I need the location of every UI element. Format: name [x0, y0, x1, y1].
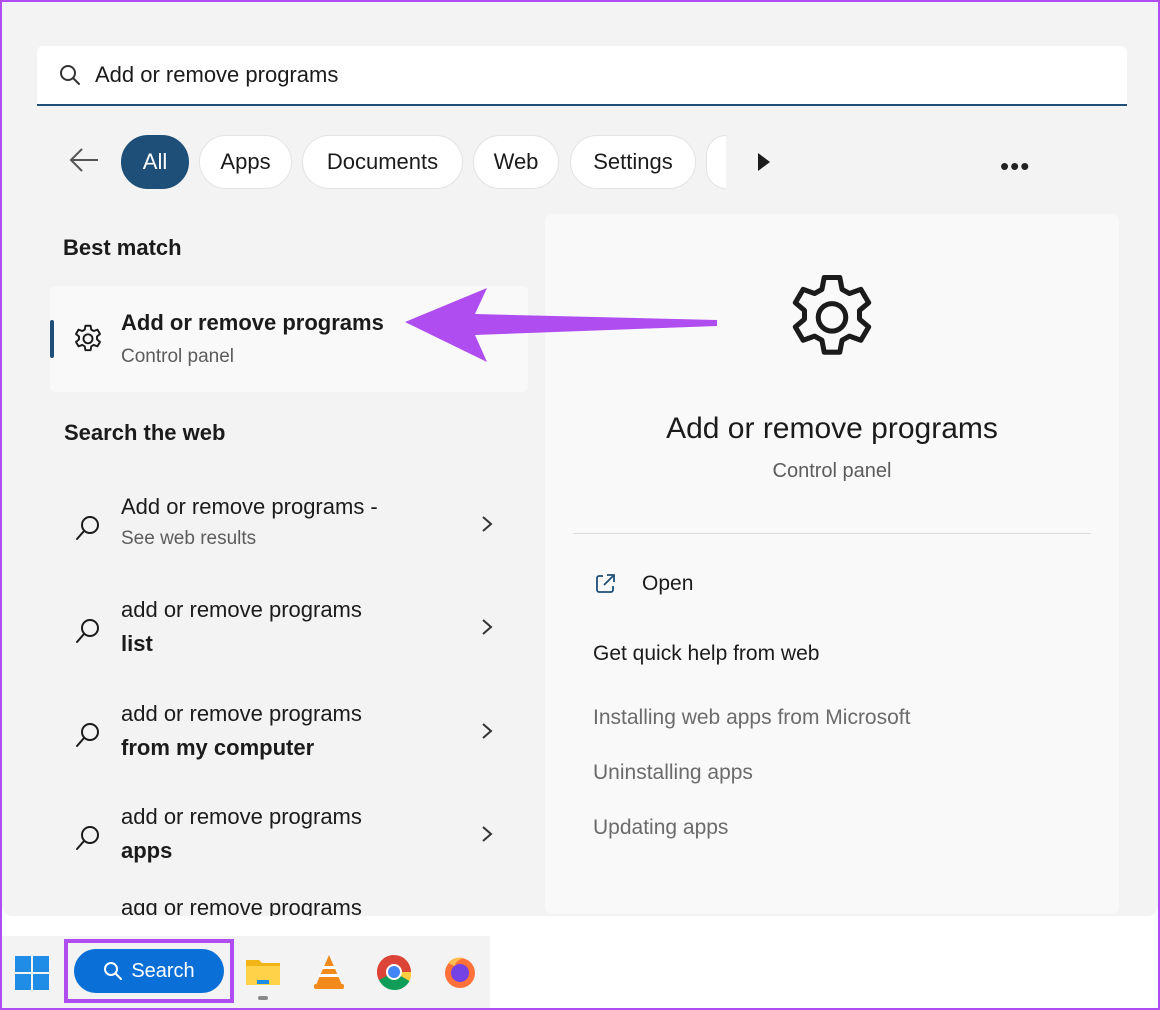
- filter-bar: All Apps Documents Web Settings •••: [60, 133, 1060, 191]
- web-result[interactable]: add or remove programs list: [60, 587, 520, 679]
- detail-subtitle: Control panel: [772, 460, 892, 482]
- file-explorer-icon[interactable]: [244, 954, 282, 988]
- help-link[interactable]: Uninstalling apps: [593, 761, 753, 785]
- scroll-right-icon[interactable]: [755, 151, 773, 173]
- web-result-suffix: list: [121, 631, 153, 656]
- open-external-icon: [596, 574, 615, 593]
- windows-start-icon[interactable]: [15, 956, 49, 990]
- search-box[interactable]: [37, 46, 1127, 106]
- taskbar-search-label: Search: [131, 959, 195, 982]
- quick-help-heading: Get quick help from web: [593, 642, 820, 665]
- web-result-title: add or remove programs: [121, 903, 362, 916]
- search-icon: [60, 65, 80, 85]
- web-result-partial[interactable]: add or remove programs: [121, 903, 421, 916]
- best-match-subtitle: Control panel: [121, 346, 235, 367]
- taskbar-search-button[interactable]: Search: [74, 949, 224, 993]
- search-input[interactable]: [95, 62, 1055, 88]
- tab-apps[interactable]: Apps: [199, 135, 292, 189]
- running-indicator: [258, 996, 268, 1000]
- gear-icon: [75, 324, 101, 352]
- web-result-suffix: apps: [121, 838, 173, 863]
- help-link[interactable]: Installing web apps from Microsoft: [593, 706, 910, 730]
- more-icon[interactable]: •••: [1000, 151, 1030, 182]
- tab-all[interactable]: All: [121, 135, 189, 189]
- best-match-title: Add or remove programs: [121, 310, 384, 335]
- chevron-right-icon: [482, 723, 493, 739]
- annotation-arrow: [405, 288, 717, 362]
- tab-documents[interactable]: Documents: [302, 135, 463, 189]
- tab-web[interactable]: Web: [473, 135, 559, 189]
- taskbar: Search: [2, 936, 1158, 1008]
- web-result-title: add or remove programs: [121, 804, 362, 829]
- search-icon: [76, 619, 99, 643]
- web-result-suffix: from my computer: [121, 735, 315, 760]
- gear-icon: [792, 274, 872, 355]
- search-icon: [104, 962, 123, 980]
- search-icon: [76, 826, 99, 850]
- open-label: Open: [642, 572, 694, 595]
- web-result[interactable]: Add or remove programs - See web results: [60, 484, 520, 576]
- tab-settings[interactable]: Settings: [570, 135, 696, 189]
- help-link[interactable]: Updating apps: [593, 816, 728, 840]
- chevron-right-icon: [482, 516, 493, 532]
- search-icon: [76, 516, 99, 540]
- web-result-title: add or remove programs: [121, 597, 362, 622]
- selection-indicator: [50, 320, 54, 358]
- web-result[interactable]: add or remove programs from my computer: [60, 691, 520, 783]
- tab-overflow-partial[interactable]: [706, 135, 726, 189]
- detail-title: Add or remove programs: [666, 412, 998, 445]
- search-icon: [76, 723, 99, 747]
- chevron-right-icon: [482, 619, 493, 635]
- chrome-icon[interactable]: [376, 954, 412, 990]
- web-result-subtitle: See web results: [121, 528, 257, 549]
- web-result[interactable]: add or remove programs apps: [60, 794, 520, 886]
- best-match-heading: Best match: [63, 235, 182, 260]
- web-result-title: add or remove programs: [121, 701, 362, 726]
- web-result-title: Add or remove programs -: [121, 494, 378, 519]
- divider: [573, 533, 1091, 534]
- search-web-heading: Search the web: [64, 420, 226, 445]
- firefox-icon[interactable]: [442, 954, 478, 990]
- vlc-icon[interactable]: [312, 954, 346, 990]
- open-button[interactable]: Open: [593, 568, 793, 602]
- back-arrow-icon[interactable]: [68, 147, 100, 173]
- chevron-right-icon: [482, 826, 493, 842]
